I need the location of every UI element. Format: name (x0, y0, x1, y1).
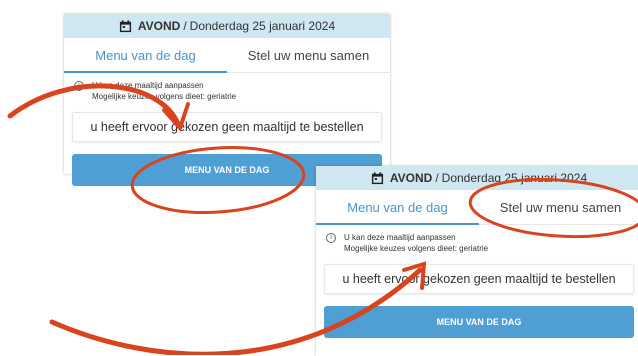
info-line-1: U kan deze maaltijd aanpassen (344, 233, 456, 242)
meal-panel-1: AVOND / Donderdag 25 januari 2024 Menu v… (64, 14, 390, 186)
meal-name: AVOND (137, 19, 181, 33)
meal-panel-2: AVOND / Donderdag 25 januari 2024 Menu v… (316, 166, 638, 356)
tab-menu-van-de-dag[interactable]: Menu van de dag (316, 190, 479, 225)
meal-header: AVOND / Donderdag 25 januari 2024 (316, 166, 638, 190)
order-status-box: u heeft ervoor gekozen geen maaltijd te … (324, 264, 634, 294)
menu-tabs: Menu van de dag Stel uw menu samen (316, 190, 638, 225)
menu-tabs: Menu van de dag Stel uw menu samen (64, 38, 390, 73)
meal-header: AVOND / Donderdag 25 januari 2024 (64, 14, 390, 38)
tab-menu-van-de-dag[interactable]: Menu van de dag (64, 38, 227, 73)
diet-info: i U kan deze maaltijd aanpassen Mogelijk… (64, 73, 390, 102)
calendar-icon (119, 19, 131, 32)
calendar-icon (371, 171, 383, 184)
info-line-1: U kan deze maaltijd aanpassen (92, 81, 204, 90)
info-icon: i (74, 81, 84, 91)
tab-stel-uw-menu-samen[interactable]: Stel uw menu samen (227, 38, 390, 72)
tab-stel-uw-menu-samen[interactable]: Stel uw menu samen (479, 190, 638, 224)
header-separator: / (435, 171, 439, 185)
meal-date: Donderdag 25 januari 2024 (189, 19, 336, 33)
info-line-2: Mogelijke keuzes volgens dieet: geriatri… (92, 92, 237, 101)
info-icon: i (326, 233, 336, 243)
menu-van-de-dag-button[interactable]: MENU VAN DE DAG (324, 306, 634, 338)
order-status-box: u heeft ervoor gekozen geen maaltijd te … (72, 112, 382, 142)
info-line-2: Mogelijke keuzes volgens dieet: geriatri… (344, 244, 489, 253)
header-separator: / (183, 19, 187, 33)
diet-info: i U kan deze maaltijd aanpassen Mogelijk… (316, 225, 638, 254)
meal-name: AVOND (389, 171, 433, 185)
meal-date: Donderdag 25 januari 2024 (441, 171, 588, 185)
